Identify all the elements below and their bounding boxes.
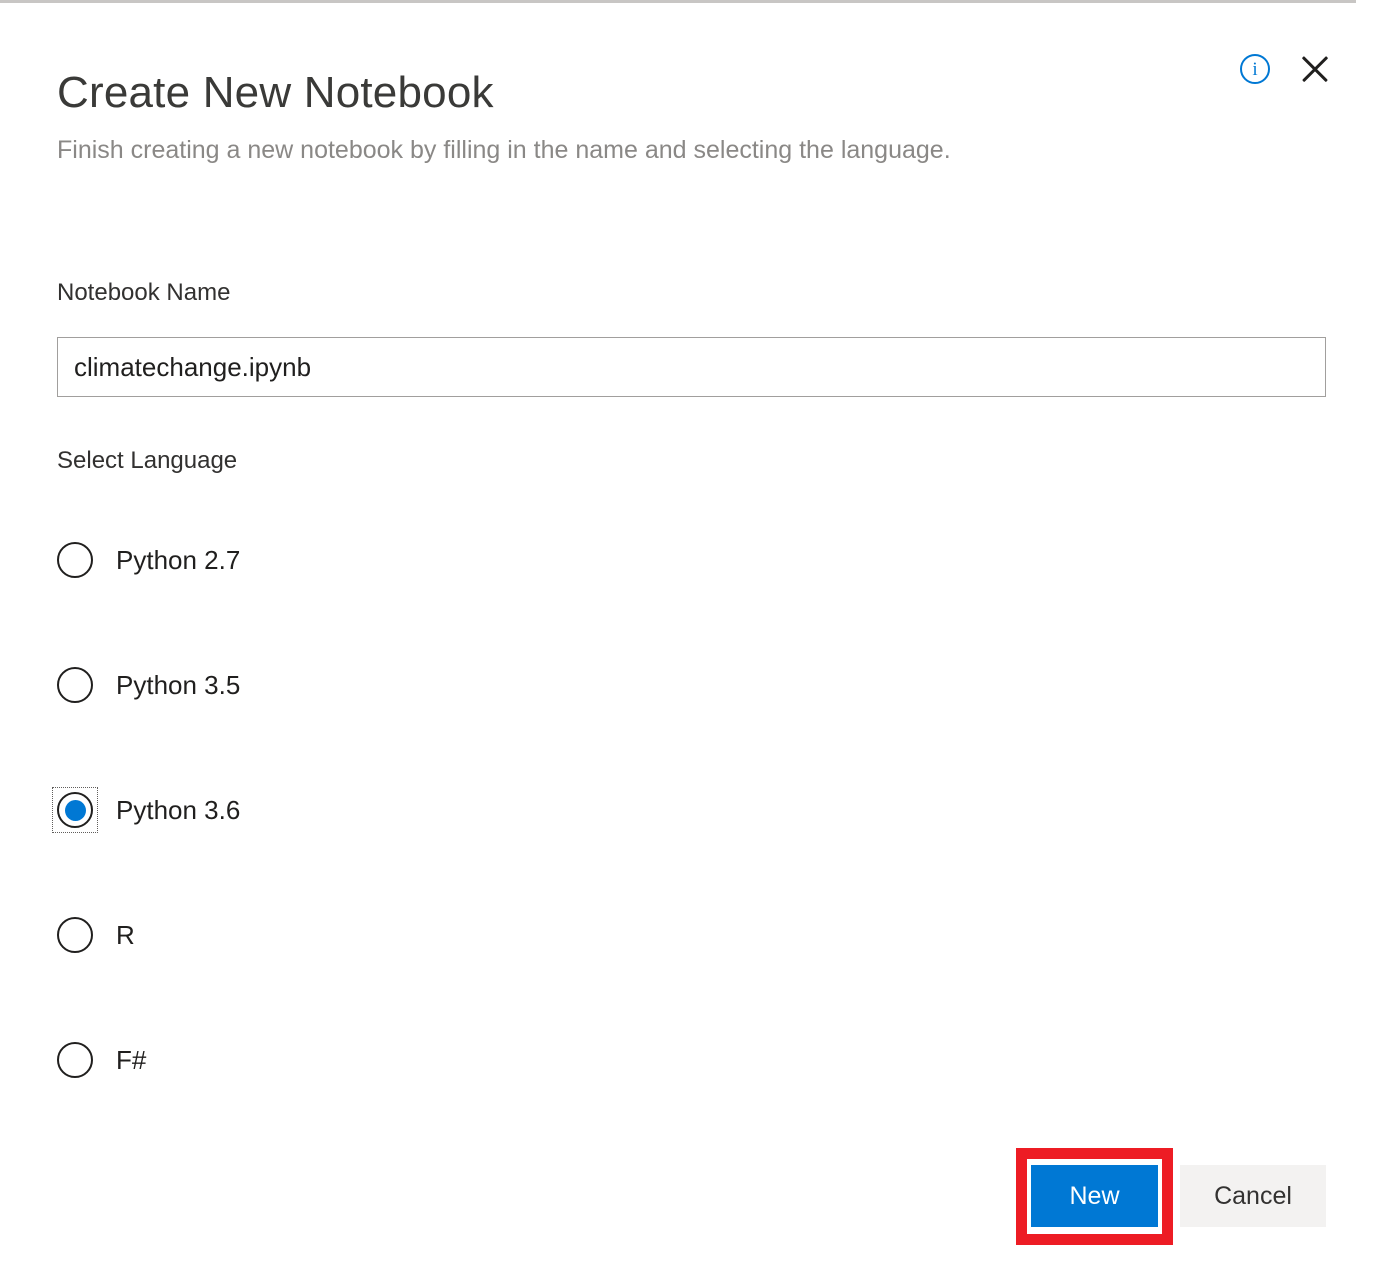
radio-icon bbox=[57, 542, 93, 578]
radio-option-label: Python 3.6 bbox=[116, 795, 241, 825]
radio-icon bbox=[57, 667, 93, 703]
radio-circle bbox=[57, 792, 93, 828]
notebook-name-label: Notebook Name bbox=[57, 279, 231, 306]
radio-option-r[interactable]: R bbox=[57, 903, 657, 1028]
radio-option-label: Python 2.7 bbox=[116, 545, 241, 575]
close-icon[interactable] bbox=[1298, 52, 1332, 86]
radio-circle bbox=[57, 542, 93, 578]
info-icon[interactable]: i bbox=[1240, 54, 1270, 84]
select-language-label: Select Language bbox=[57, 447, 238, 474]
language-radio-group: Python 2.7 Python 3.5 Python 3.6 R F# bbox=[52, 528, 657, 1153]
page-subtitle: Finish creating a new notebook by fillin… bbox=[57, 136, 951, 164]
radio-option-label: F# bbox=[116, 1045, 147, 1075]
radio-option-label: R bbox=[116, 920, 135, 950]
radio-option-label: Python 3.5 bbox=[116, 670, 241, 700]
page-title: Create New Notebook bbox=[57, 68, 494, 117]
info-icon-glyph: i bbox=[1252, 58, 1258, 80]
notebook-name-input[interactable] bbox=[57, 337, 1326, 397]
radio-icon bbox=[57, 1042, 93, 1078]
radio-circle bbox=[57, 1042, 93, 1078]
radio-icon bbox=[57, 917, 93, 953]
radio-circle bbox=[57, 917, 93, 953]
new-button[interactable]: New bbox=[1031, 1165, 1158, 1227]
radio-option-python-2-7[interactable]: Python 2.7 bbox=[57, 528, 657, 653]
cancel-button[interactable]: Cancel bbox=[1180, 1165, 1326, 1227]
radio-option-python-3-6[interactable]: Python 3.6 bbox=[52, 778, 657, 903]
radio-circle bbox=[57, 667, 93, 703]
dialog-header-actions: i bbox=[1240, 52, 1332, 86]
radio-icon-selected bbox=[52, 787, 98, 833]
radio-option-python-3-5[interactable]: Python 3.5 bbox=[57, 653, 657, 778]
dialog-footer: New Cancel bbox=[0, 1165, 1380, 1235]
create-new-notebook-dialog: i Create New Notebook Finish creating a … bbox=[0, 0, 1380, 1280]
radio-option-f-sharp[interactable]: F# bbox=[57, 1028, 657, 1153]
